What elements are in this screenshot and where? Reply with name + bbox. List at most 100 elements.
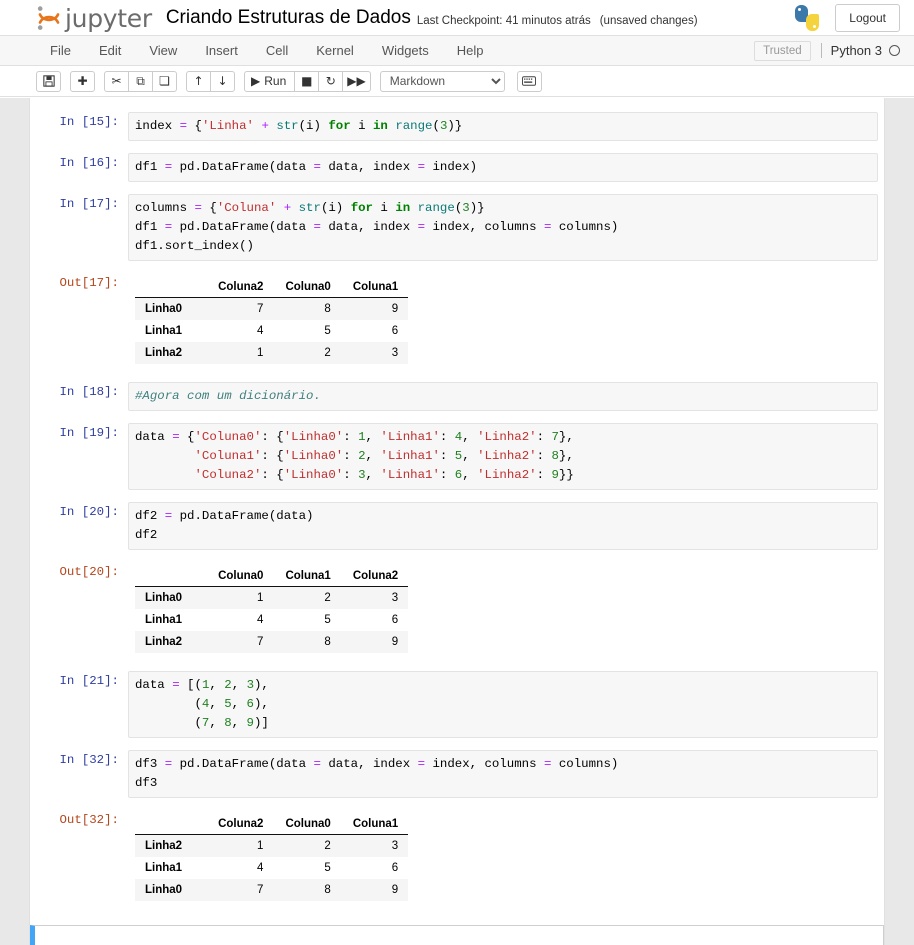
table-cell: 1 — [257, 592, 264, 604]
column-header: Coluna1 — [273, 565, 341, 587]
code-cell[interactable]: In [16]: df1 = pd.DataFrame(data = data,… — [30, 147, 884, 188]
code-text: columns = {'Coluna' + str(i) for i in ra… — [135, 201, 619, 253]
code-input-area[interactable]: df1 = pd.DataFrame(data = data, index = … — [128, 153, 878, 182]
interrupt-kernel-button[interactable]: ■ — [294, 70, 320, 92]
cell-body: df2 = pd.DataFrame(data) df2 — [128, 502, 878, 550]
toolbar-group-move: ↑ ↓ — [186, 70, 235, 92]
table-row: Linha0 1 2 3 — [135, 586, 409, 609]
code-cell[interactable]: In [19]: data = {'Coluna0': {'Linha0': 1… — [30, 417, 884, 496]
cell-body: data = [(1, 2, 3), (4, 5, 6), (7, 8, 9)] — [128, 671, 878, 738]
cell-body: df3 = pd.DataFrame(data = data, index = … — [128, 750, 878, 798]
table-row: Linha0 7 8 9 — [135, 879, 409, 901]
restart-and-run-all-button[interactable]: ▶▶ — [342, 70, 371, 92]
notebook-container: In [15]: index = {'Linha' + str(i) for i… — [29, 98, 885, 945]
row-index-label: Linha2 — [145, 347, 183, 359]
last-checkpoint-label: Last Checkpoint: 41 minutos atrás — [416, 14, 591, 27]
dataframe-table: Coluna0 Coluna1 Coluna2 Linha0 1 2 3 Linha1 4 5 6 L… — [135, 565, 409, 653]
code-input-area[interactable]: #Agora com um dicionário. — [128, 382, 878, 411]
code-cell[interactable]: In [32]: df3 = pd.DataFrame(data = data,… — [30, 744, 884, 804]
restart-kernel-button[interactable]: ↻ — [318, 70, 344, 92]
menu-widgets[interactable]: Widgets — [368, 38, 443, 63]
paste-cell-button[interactable]: ❏ — [152, 70, 177, 92]
jupyter-logo-icon — [36, 5, 62, 31]
table-cell: 4 — [257, 325, 264, 337]
table-corner-cell — [135, 813, 207, 835]
output-prompt: Out[20]: — [59, 565, 120, 579]
notebook-header: jupyter Criando Estruturas de Dados Last… — [0, 0, 914, 36]
trusted-indicator[interactable]: Trusted — [754, 40, 811, 61]
column-header: Coluna0 — [273, 813, 341, 835]
menu-edit[interactable]: Edit — [85, 38, 135, 63]
input-prompt: In [18]: — [59, 385, 120, 399]
menu-view[interactable]: View — [135, 38, 191, 63]
row-index-label: Linha0 — [145, 884, 183, 896]
code-input-area[interactable]: data = [(1, 2, 3), (4, 5, 6), (7, 8, 9)] — [128, 671, 878, 738]
code-input-area[interactable]: index = {'Linha' + str(i) for i in range… — [128, 112, 878, 141]
jupyter-logo[interactable]: jupyter — [36, 5, 152, 31]
menu-help[interactable]: Help — [443, 38, 498, 63]
cell-type-select[interactable]: Markdown — [379, 70, 505, 92]
markdown-prompt — [35, 931, 128, 945]
cell-body: df1 = pd.DataFrame(data = data, index = … — [128, 153, 878, 182]
output-prompt: Out[17]: — [59, 276, 120, 290]
row-index-label: Linha0 — [145, 303, 183, 315]
row-index-label: Linha2 — [145, 636, 183, 648]
code-input-area[interactable]: columns = {'Coluna' + str(i) for i in ra… — [128, 194, 878, 261]
command-palette-button[interactable] — [516, 70, 542, 92]
notebook-title[interactable]: Criando Estruturas de Dados — [166, 7, 411, 29]
markdown-cell-selected[interactable]: Concatenando DataFrames. — [30, 925, 884, 945]
code-input-area[interactable]: data = {'Coluna0': {'Linha0': 1, 'Linha1… — [128, 423, 878, 490]
dataframe-table: Coluna2 Coluna0 Coluna1 Linha2 1 2 3 Linha1 4 5 6 L… — [135, 813, 409, 901]
notebook-toolbar: ✚ ✂ ⧉ ❏ ↑ ↓ ▶ Run ■ ↻ ▶▶ Markdown — [0, 66, 914, 97]
table-header-row: Coluna2 Coluna0 Coluna1 — [135, 813, 409, 835]
code-cell[interactable]: In [20]: df2 = pd.DataFrame(data) df2 — [30, 496, 884, 556]
insert-cell-below-button[interactable]: ✚ — [70, 70, 95, 92]
play-icon: ▶ — [251, 74, 261, 88]
run-cell-button[interactable]: ▶ Run — [244, 70, 296, 92]
table-row: Linha0 7 8 9 — [135, 297, 409, 320]
row-index-label: Linha1 — [145, 862, 183, 874]
table-row: Linha1 4 5 6 — [135, 609, 409, 631]
table-cell: 4 — [257, 614, 264, 626]
toolbar-group-palette — [516, 70, 542, 92]
code-text: data = [(1, 2, 3), (4, 5, 6), (7, 8, 9)] — [135, 678, 269, 730]
table-cell: 5 — [324, 862, 331, 874]
markdown-body: Concatenando DataFrames. — [128, 931, 878, 945]
toolbar-group-save — [36, 70, 61, 92]
notebook-scroll-area[interactable]: In [15]: index = {'Linha' + str(i) for i… — [0, 98, 914, 945]
cell-body: columns = {'Coluna' + str(i) for i in ra… — [128, 194, 878, 261]
save-button[interactable] — [36, 70, 61, 92]
table-cell: 7 — [257, 303, 264, 315]
table-cell: 9 — [391, 303, 399, 315]
move-cell-up-button[interactable]: ↑ — [186, 70, 211, 92]
table-cell: 2 — [324, 347, 331, 359]
column-header: Coluna1 — [340, 813, 409, 835]
row-index-label: Linha2 — [145, 840, 183, 852]
menu-cell[interactable]: Cell — [252, 38, 302, 63]
code-cell[interactable]: In [15]: index = {'Linha' + str(i) for i… — [30, 106, 884, 147]
menu-insert[interactable]: Insert — [191, 38, 252, 63]
table-cell: 1 — [257, 347, 264, 359]
menu-file[interactable]: File — [36, 38, 85, 63]
copy-cell-button[interactable]: ⧉ — [128, 70, 153, 92]
table-cell: 4 — [257, 862, 264, 874]
move-cell-down-button[interactable]: ↓ — [210, 70, 235, 92]
table-cell: 9 — [391, 884, 399, 896]
menu-kernel[interactable]: Kernel — [302, 38, 368, 63]
code-text: data = {'Coluna0': {'Linha0': 1, 'Linha1… — [135, 430, 574, 482]
input-prompt: In [16]: — [59, 156, 120, 170]
code-cell[interactable]: In [21]: data = [(1, 2, 3), (4, 5, 6), (… — [30, 665, 884, 744]
code-cell[interactable]: In [18]: #Agora com um dicionário. — [30, 376, 884, 417]
column-header: Coluna2 — [340, 565, 409, 587]
jupyter-logo-text: jupyter — [65, 4, 152, 33]
code-input-area[interactable]: df3 = pd.DataFrame(data = data, index = … — [128, 750, 878, 798]
logout-button[interactable]: Logout — [835, 3, 900, 32]
code-cell[interactable]: In [17]: columns = {'Coluna' + str(i) fo… — [30, 188, 884, 267]
kernel-indicator[interactable]: Python 3 — [820, 43, 900, 58]
dataframe-table: Coluna2 Coluna0 Coluna1 Linha0 7 8 9 Linha1 4 5 6 L… — [135, 276, 409, 364]
table-cell: 3 — [391, 347, 399, 359]
table-cell: 2 — [324, 592, 331, 604]
cut-cell-button[interactable]: ✂ — [104, 70, 129, 92]
code-input-area[interactable]: df2 = pd.DataFrame(data) df2 — [128, 502, 878, 550]
table-cell: 3 — [391, 592, 399, 604]
